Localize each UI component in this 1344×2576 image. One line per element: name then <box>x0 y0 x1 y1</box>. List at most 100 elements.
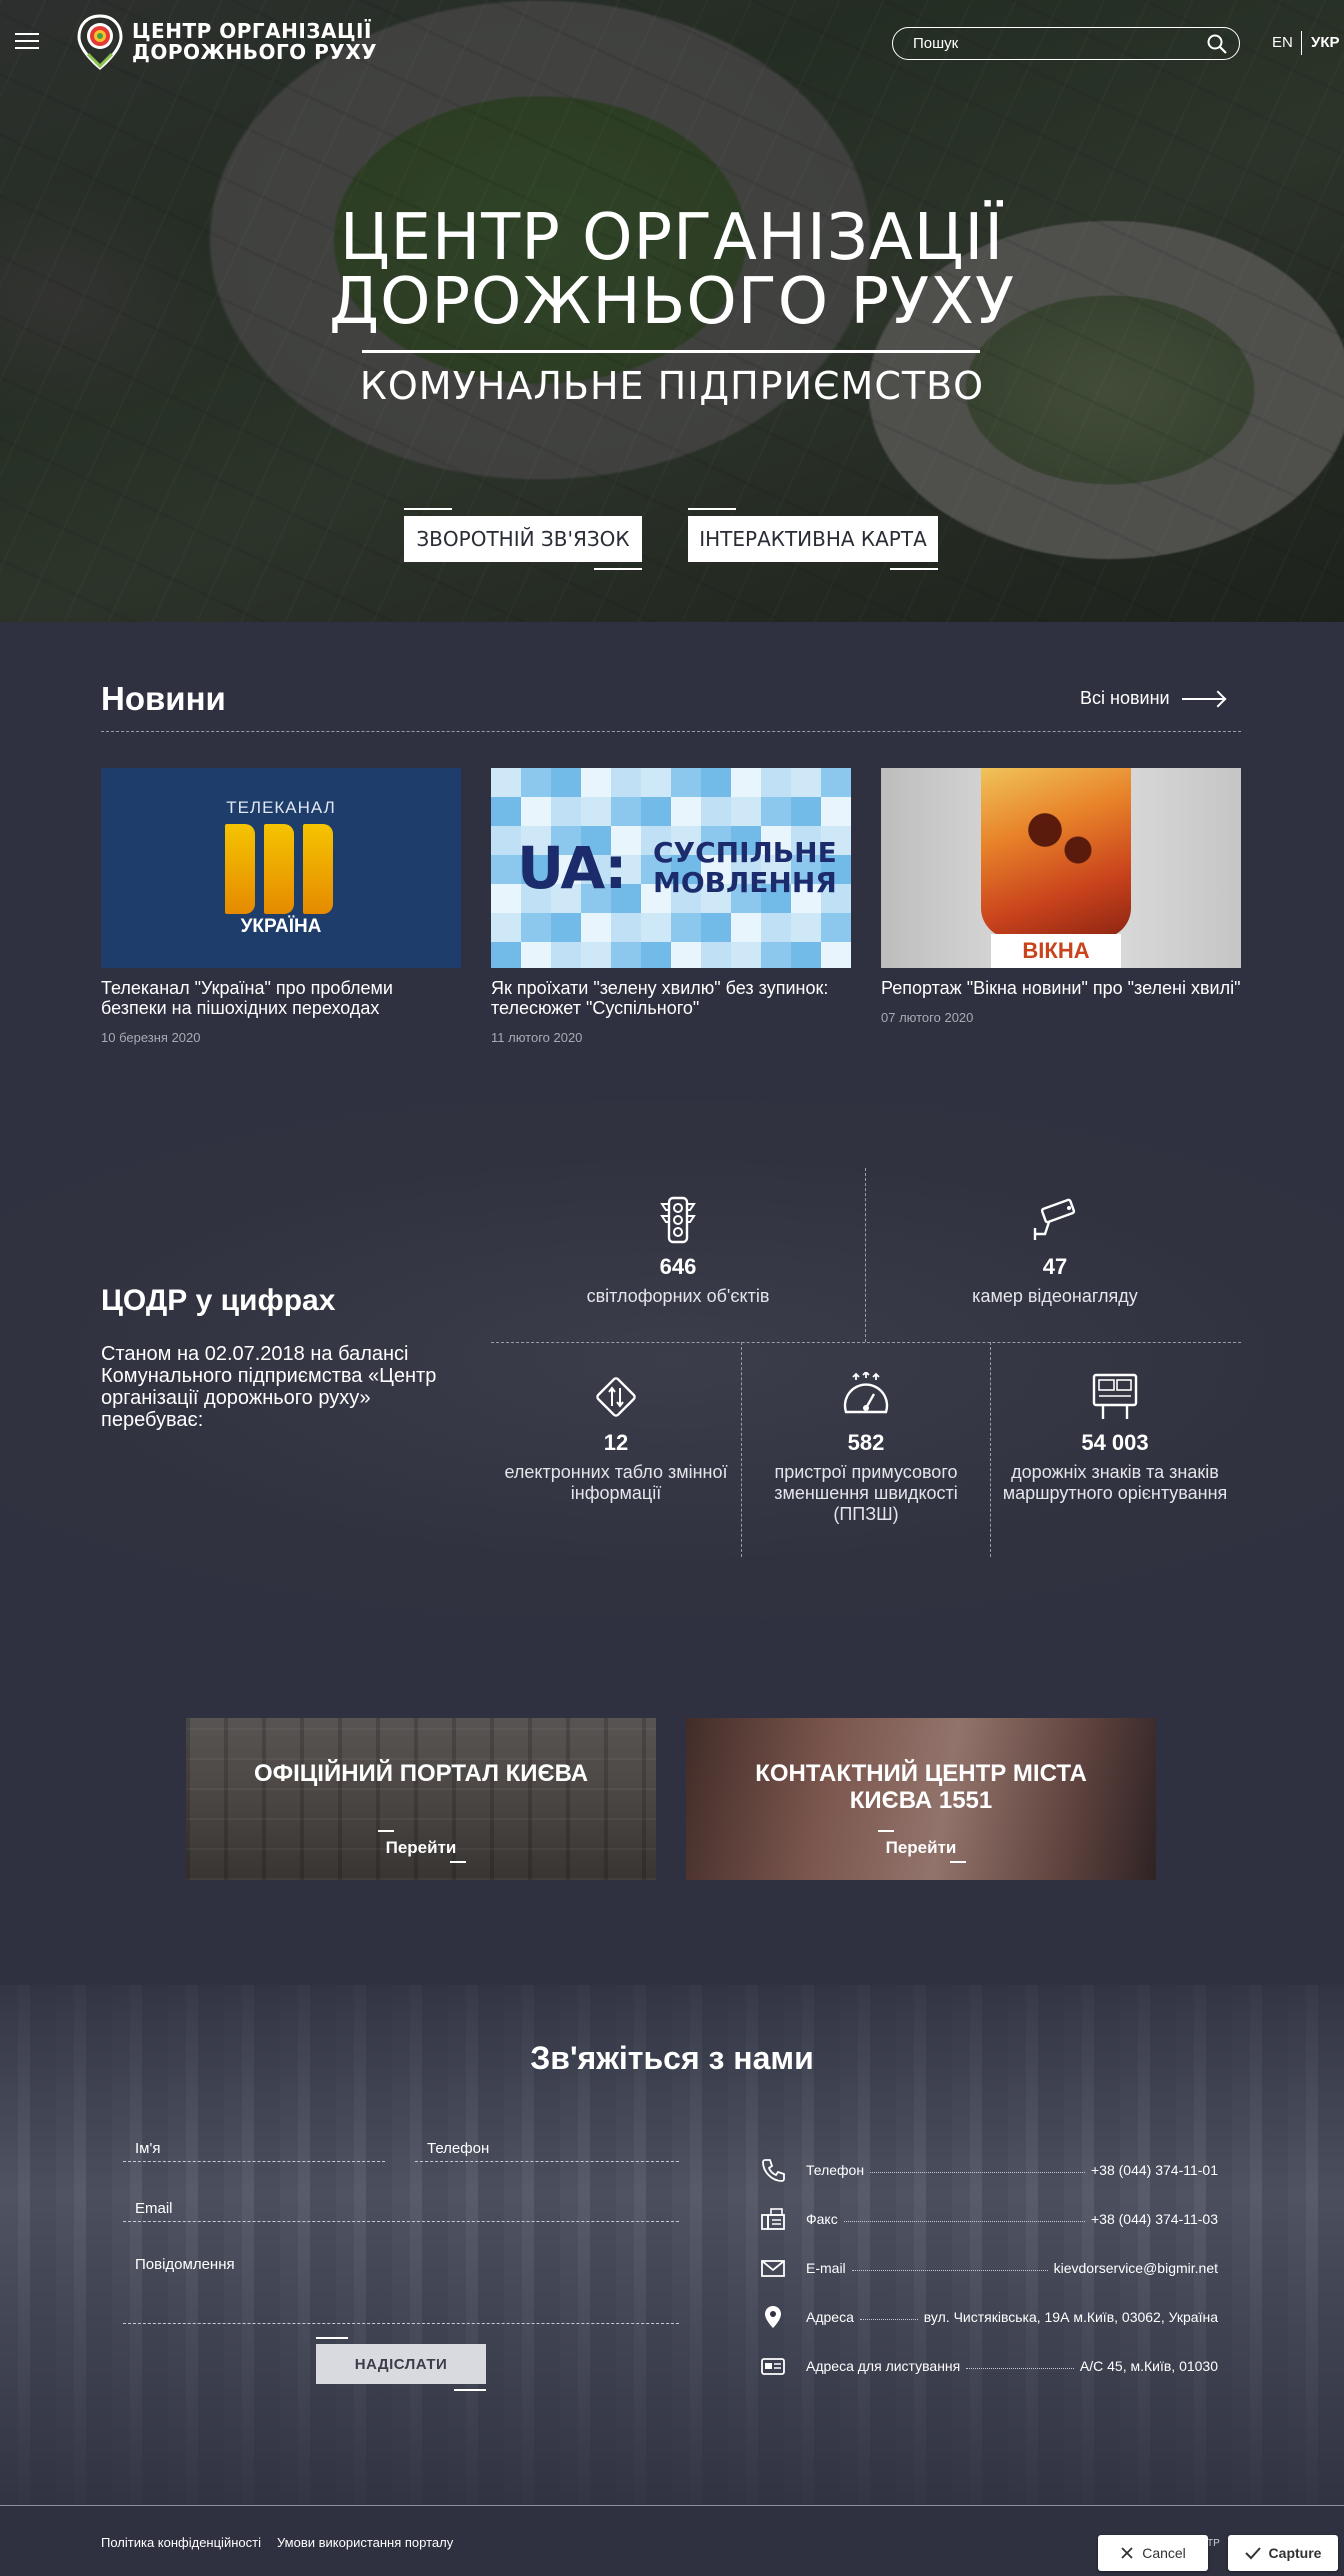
stat-label: електронних табло змінної інформації <box>504 1462 728 1503</box>
email-input[interactable] <box>123 2196 679 2221</box>
news-thumbnail[interactable]: UA: СУСПІЛЬНЕ МОВЛЕННЯ <box>491 768 851 968</box>
stat-label: світлофорних об'єктів <box>586 1286 770 1306</box>
thumbnail-logo-text: UA: <box>517 834 627 902</box>
stat-item: 12 електронних табло змінної інформації <box>491 1372 741 1504</box>
feedback-button[interactable]: ЗВОРОТНІЙ ЗВ'ЯЗОК <box>404 508 642 570</box>
thumbnail-brand-line-2: МОВЛЕННЯ <box>653 866 837 899</box>
name-field[interactable] <box>123 2136 385 2162</box>
news-section-title: Новини <box>101 680 226 717</box>
news-thumbnail[interactable]: ВІКНА <box>881 768 1241 968</box>
contact-value: А/С 45, м.Київ, 01030 <box>1079 2358 1218 2374</box>
privacy-policy-link[interactable]: Політика конфіденційності <box>101 2535 261 2550</box>
stat-label: пристрої примусового зменшення швидкості… <box>774 1462 958 1524</box>
stats-description: Станом на 02.07.2018 на балансі Комуналь… <box>101 1343 437 1431</box>
logo-pin-icon <box>76 14 124 70</box>
promo-go-label: Перейти <box>885 1838 957 1857</box>
contact-label: Адреса для листування <box>806 2358 961 2374</box>
hamburger-menu-icon[interactable] <box>15 33 39 51</box>
contact-title: Зв'яжіться з нами <box>530 2040 814 2076</box>
promo-title: КОНТАКТНИЙ ЦЕНТР МІСТА КИЄВА 1551 <box>755 1760 1087 1814</box>
phone-input[interactable] <box>415 2136 679 2161</box>
news-divider <box>101 731 1241 732</box>
stats-divider <box>491 1342 1241 1343</box>
news-card[interactable]: ВІКНА Репортаж "Вікна новини" про "зелен… <box>881 768 1241 1025</box>
traffic-light-icon <box>652 1196 704 1246</box>
fax-icon <box>761 2208 785 2230</box>
globe-icon <box>981 768 1131 938</box>
speedometer-icon <box>840 1370 892 1422</box>
news-date: 11 лютого 2020 <box>491 1030 583 1045</box>
stat-item: 582 пристрої примусового зменшення швидк… <box>741 1370 991 1525</box>
interactive-map-button[interactable]: ІНТЕРАКТИВНА КАРТА <box>688 508 938 570</box>
contact-postal-row: Адреса для листування А/С 45, м.Київ, 01… <box>760 2353 1218 2379</box>
name-input[interactable] <box>123 2136 385 2161</box>
contact-value: вул. Чистяківська, 19А м.Київ, 03062, Ук… <box>923 2309 1218 2325</box>
check-icon <box>1244 2547 1261 2560</box>
cancel-button[interactable]: Cancel <box>1098 2535 1208 2571</box>
search-box[interactable] <box>892 27 1240 60</box>
phone-field[interactable] <box>415 2136 679 2162</box>
lang-divider <box>1301 31 1302 55</box>
thumbnail-caption-top: ТЕЛЕКАНАЛ <box>226 798 336 817</box>
ukraina-logo-icon <box>225 824 333 914</box>
message-textarea[interactable] <box>123 2252 679 2320</box>
road-sign-diamond-icon <box>590 1372 642 1422</box>
search-input[interactable] <box>913 35 1207 52</box>
leader-dots <box>859 2318 918 2320</box>
news-headline[interactable]: Репортаж "Вікна новини" про "зелені хвил… <box>881 978 1241 998</box>
close-icon <box>1121 2547 1133 2559</box>
leader-dots <box>851 2269 1048 2271</box>
stat-item: 54 003 дорожніх знаків та знаків маршрут… <box>990 1372 1240 1504</box>
news-thumbnail[interactable]: ТЕЛЕКАНАЛ УКРАЇНА <box>101 768 461 968</box>
message-field[interactable] <box>123 2252 679 2324</box>
search-icon[interactable] <box>1207 34 1227 54</box>
news-headline[interactable]: Як проїхати "зелену хвилю" без зупинок: … <box>491 978 851 1018</box>
contact-label: E-mail <box>806 2260 846 2276</box>
cctv-camera-icon <box>1029 1196 1081 1246</box>
leader-dots <box>966 2367 1074 2369</box>
hero-title: ЦЕНТР ОРГАНІЗАЦІЇ ДОРОЖНЬОГО РУХУ <box>0 206 1344 334</box>
contact-label: Факс <box>806 2211 838 2227</box>
contact-label: Телефон <box>806 2162 865 2178</box>
stat-number: 646 <box>659 1254 697 1279</box>
contact-value[interactable]: +38 (044) 374-11-03 <box>1091 2211 1218 2227</box>
kyiv-portal-banner[interactable]: ОФІЦІЙНИЙ ПОРТАЛ КИЄВА Перейти <box>186 1718 656 1880</box>
capture-button[interactable]: Capture <box>1228 2535 1338 2571</box>
hero-divider <box>362 350 980 353</box>
contact-value[interactable]: +38 (044) 374-11-01 <box>1091 2162 1218 2178</box>
lang-en-link[interactable]: EN <box>1272 34 1293 51</box>
thumbnail-caption-bottom: УКРАЇНА <box>240 916 322 937</box>
news-date: 07 лютого 2020 <box>881 1010 974 1025</box>
contact-address-row: Адреса вул. Чистяківська, 19А м.Київ, 03… <box>760 2304 1218 2330</box>
contact-center-banner[interactable]: КОНТАКТНИЙ ЦЕНТР МІСТА КИЄВА 1551 Перейт… <box>686 1718 1156 1880</box>
lang-uk-link[interactable]: УКР <box>1311 34 1340 51</box>
stat-number: 12 <box>603 1430 629 1455</box>
all-news-label: Всі новини <box>1080 688 1170 708</box>
email-field[interactable] <box>123 2196 679 2222</box>
terms-of-use-link[interactable]: Умови використання порталу <box>277 2535 453 2550</box>
all-news-link[interactable]: Всі новини <box>1080 688 1224 709</box>
promo-go-link[interactable]: Перейти <box>686 1838 1156 1858</box>
stat-item: 646 світлофорних об'єктів <box>541 1196 815 1307</box>
thumbnail-brand: СУСПІЛЬНЕ МОВЛЕННЯ <box>653 838 837 898</box>
mailbox-icon <box>761 2358 785 2375</box>
stat-number: 54 003 <box>1081 1430 1149 1455</box>
map-pin-icon <box>765 2306 781 2328</box>
news-headline[interactable]: Телеканал "Україна" про проблеми безпеки… <box>101 978 461 1018</box>
submit-button[interactable]: НАДІСЛАТИ <box>316 2337 486 2391</box>
news-date: 10 березня 2020 <box>101 1030 201 1045</box>
leader-dots <box>843 2220 1085 2222</box>
thumbnail-brand-line-1: СУСПІЛЬНЕ <box>653 836 837 869</box>
stat-number: 582 <box>847 1430 885 1455</box>
site-logo[interactable]: ЦЕНТР ОРГАНІЗАЦІЇ ДОРОЖНЬОГО РУХУ <box>76 14 377 70</box>
news-card[interactable]: ТЕЛЕКАНАЛ УКРАЇНА Телеканал "Україна" пр… <box>101 768 461 1045</box>
news-card[interactable]: UA: СУСПІЛЬНЕ МОВЛЕННЯ Як проїхати "зеле… <box>491 768 851 1045</box>
contact-phone-row: Телефон +38 (044) 374-11-01 <box>760 2157 1218 2183</box>
arrow-right-icon <box>1181 697 1224 700</box>
leader-dots <box>870 2171 1085 2173</box>
promo-title: ОФІЦІЙНИЙ ПОРТАЛ КИЄВА <box>253 1760 589 1787</box>
footer-copyright: ТР <box>1207 2538 1220 2549</box>
logo-line-1: ЦЕНТР ОРГАНІЗАЦІЇ <box>132 19 372 43</box>
promo-go-link[interactable]: Перейти <box>186 1838 656 1858</box>
contact-value[interactable]: kievdorservice@bigmir.net <box>1054 2260 1218 2276</box>
